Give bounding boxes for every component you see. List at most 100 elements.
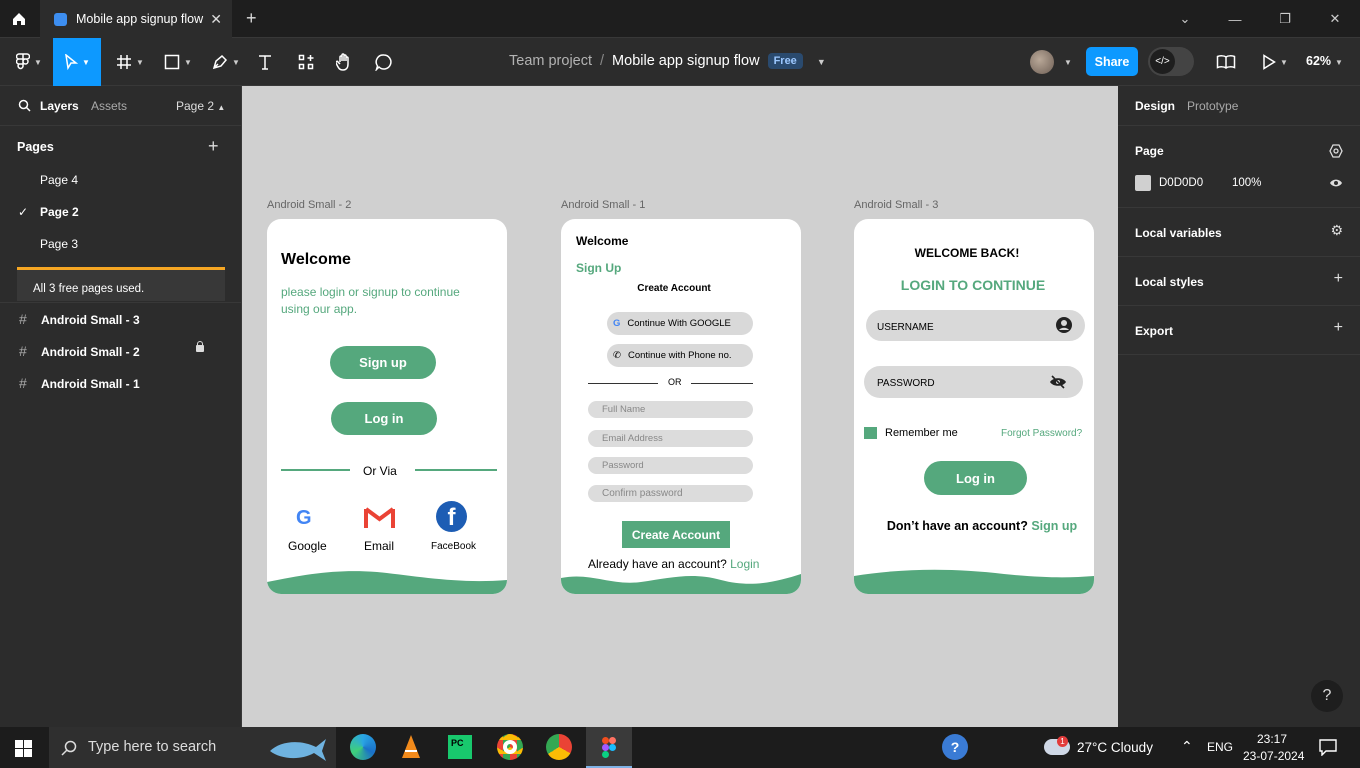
dev-mode-toggle[interactable]: </> [1148,47,1194,76]
page-opacity-value[interactable]: 100% [1232,177,1261,189]
resources-button[interactable] [296,38,316,86]
zoom-level[interactable]: 62% ▼ [1306,54,1343,68]
frame-android-small-1[interactable]: Welcome Sign Up Create Account G Continue… [561,219,801,594]
add-export-icon[interactable]: + [1334,319,1343,337]
vlc-icon[interactable] [400,734,422,760]
clock-time[interactable]: 23:17 [1257,732,1287,746]
frame-label[interactable]: Android Small - 3 [854,199,938,211]
page-item-active[interactable]: Page 2 [40,205,79,219]
main-menu-button[interactable]: ▼ [10,38,48,86]
signup-link[interactable]: Sign up [1031,519,1077,533]
tab-layers[interactable]: Layers [40,99,79,113]
clock-date[interactable]: 23-07-2024 [1243,749,1304,763]
google-icon[interactable]: G [296,507,312,530]
home-icon[interactable] [0,0,38,38]
user-avatar[interactable] [1030,50,1054,74]
local-styles-section[interactable]: Local styles + [1118,257,1360,306]
pen-icon [212,54,228,70]
restore-icon[interactable]: ❐ [1260,0,1310,38]
continue-phone-button[interactable]: ✆ Continue with Phone no. [607,344,753,367]
page-color-swatch[interactable] [1135,175,1151,191]
present-button[interactable]: ▼ [1258,38,1292,86]
tab-assets[interactable]: Assets [91,99,127,113]
chevron-up-icon[interactable]: ⌃ [1181,738,1193,755]
facebook-label: FaceBook [431,541,477,552]
variables-icon[interactable]: ⚙ [1330,222,1343,239]
page-limit-notice: All 3 free pages used. [17,270,225,301]
page-selector[interactable]: Page 2 ▲ [176,99,225,113]
chrome-profile-icon[interactable] [546,734,572,760]
continue-google-button[interactable]: G Continue With GOOGLE [607,312,753,335]
add-page-icon[interactable]: + [208,136,219,157]
frame-label[interactable]: Android Small - 2 [267,199,351,211]
move-tool-button[interactable]: ▼ [53,38,101,86]
windows-start-icon[interactable] [15,740,32,757]
edge-icon[interactable] [350,734,376,760]
password-field[interactable]: Password [588,457,753,474]
lock-icon[interactable] [196,341,204,352]
eye-icon[interactable] [1329,178,1343,188]
pen-tool-button[interactable]: ▼ [208,38,244,86]
checkmark-icon: ✓ [18,205,29,219]
tab-design[interactable]: Design [1135,99,1175,113]
page-color-value[interactable]: D0D0D0 [1159,177,1203,189]
plan-badge[interactable]: Free [767,53,803,69]
login-button[interactable]: Log in [331,402,437,435]
username-field[interactable]: USERNAME [866,310,1085,341]
chrome-icon[interactable] [497,734,523,760]
full-name-field[interactable]: Full Name [588,401,753,418]
new-tab-icon[interactable]: + [246,8,257,29]
gmail-icon[interactable] [364,506,395,529]
layer-row[interactable]: # Android Small - 1 [0,372,242,396]
comment-tool-button[interactable] [374,38,394,86]
styles-icon[interactable] [1329,144,1343,158]
divider-line [588,383,658,384]
page-item[interactable]: Page 4 [40,173,78,187]
frame-tool-button[interactable]: ▼ [112,38,148,86]
layer-row[interactable]: # Android Small - 2 [0,340,242,364]
signup-button[interactable]: Sign up [330,346,436,379]
file-menu-chevron-icon[interactable]: ▼ [817,57,826,67]
text-tool-button[interactable] [255,38,275,86]
local-variables-section[interactable]: Local variables ⚙ [1118,208,1360,257]
local-variables-label: Local variables [1135,226,1222,240]
library-button[interactable] [1214,38,1238,86]
export-section[interactable]: Export + [1118,306,1360,355]
remember-checkbox[interactable] [864,427,877,439]
close-tab-icon[interactable]: ✕ [210,11,222,28]
project-name[interactable]: Team project [509,53,592,69]
eye-slash-icon[interactable] [1049,375,1067,389]
email-field[interactable]: Email Address [588,430,753,447]
weather-text[interactable]: 27°C Cloudy [1077,740,1153,755]
create-account-button[interactable]: Create Account [622,521,730,548]
help-tips-icon[interactable]: ? [942,734,968,760]
page-item[interactable]: Page 3 [40,237,78,251]
close-window-icon[interactable]: ✕ [1310,0,1360,38]
password-field[interactable]: PASSWORD [864,366,1083,398]
search-icon[interactable] [18,99,31,112]
design-canvas[interactable]: Android Small - 2 Android Small - 1 Andr… [242,86,1118,727]
minimize-icon[interactable]: — [1210,0,1260,38]
hand-tool-button[interactable] [334,38,354,86]
file-tab[interactable]: Mobile app signup flow ✕ [40,0,232,38]
avatar-chevron-icon[interactable]: ▼ [1060,38,1072,86]
language-indicator[interactable]: ENG [1207,740,1233,754]
notification-icon[interactable] [1319,739,1337,756]
confirm-password-field[interactable]: Confirm password [588,485,753,502]
help-icon[interactable]: ? [1311,680,1343,712]
login-button[interactable]: Log in [924,461,1027,495]
shape-tool-button[interactable]: ▼ [160,38,196,86]
frame-android-small-3[interactable]: WELCOME BACK! LOGIN TO CONTINUE USERNAME… [854,219,1094,594]
file-name[interactable]: Mobile app signup flow [612,53,760,69]
figma-taskbar-button[interactable] [586,727,632,768]
frame-label[interactable]: Android Small - 1 [561,199,645,211]
layer-row[interactable]: # Android Small - 3 [0,308,242,332]
tab-prototype[interactable]: Prototype [1187,99,1238,113]
facebook-icon[interactable]: f [436,501,467,532]
forgot-password-link[interactable]: Forgot Password? [1001,428,1082,439]
pycharm-icon[interactable]: PC [448,735,472,759]
chevron-down-icon[interactable]: ⌄ [1160,0,1210,38]
frame-android-small-2[interactable]: Welcome please login or signup to contin… [267,219,507,594]
share-button[interactable]: Share [1086,47,1138,76]
add-style-icon[interactable]: + [1334,270,1343,288]
